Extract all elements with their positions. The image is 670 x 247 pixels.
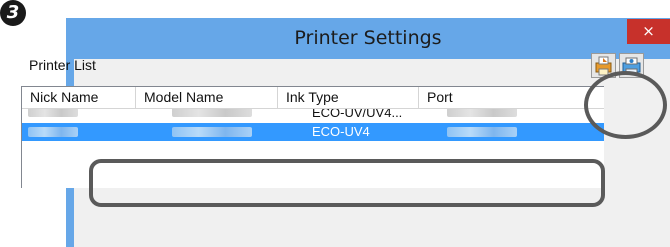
step-number-badge: 3 [0, 0, 26, 26]
column-nick-name[interactable]: Nick Name [22, 87, 136, 108]
model-name-redacted [172, 127, 252, 137]
nick-name-redacted [28, 109, 78, 117]
column-ink-type[interactable]: Ink Type [278, 87, 419, 108]
ink-type-cell: ECO-UV4 [312, 124, 370, 139]
title-bar[interactable]: Printer Settings × [66, 18, 670, 59]
printer-list-label: Printer List [29, 57, 96, 73]
close-button[interactable]: × [627, 19, 670, 44]
ink-type-cell: ECO-UV/UV4... [312, 109, 403, 120]
add-printer-icon [595, 56, 612, 76]
window-title: Printer Settings [294, 27, 442, 49]
column-port[interactable]: Port [419, 87, 604, 108]
port-redacted [447, 109, 517, 117]
nick-name-redacted [28, 127, 78, 137]
port-redacted [447, 127, 517, 137]
printer-settings-button[interactable] [619, 53, 644, 78]
printer-list-header: Nick Name Model Name Ink Type Port [22, 87, 604, 109]
printer-settings-icon [622, 57, 641, 75]
printer-row-selected[interactable]: ECO-UV4 [22, 123, 604, 141]
column-model-name[interactable]: Model Name [136, 87, 278, 108]
printer-list[interactable]: Nick Name Model Name Ink Type Port ECO-U… [21, 86, 604, 188]
printer-row[interactable]: ECO-UV/UV4... [22, 109, 604, 122]
add-printer-button[interactable] [591, 53, 616, 78]
model-name-redacted [172, 109, 252, 117]
